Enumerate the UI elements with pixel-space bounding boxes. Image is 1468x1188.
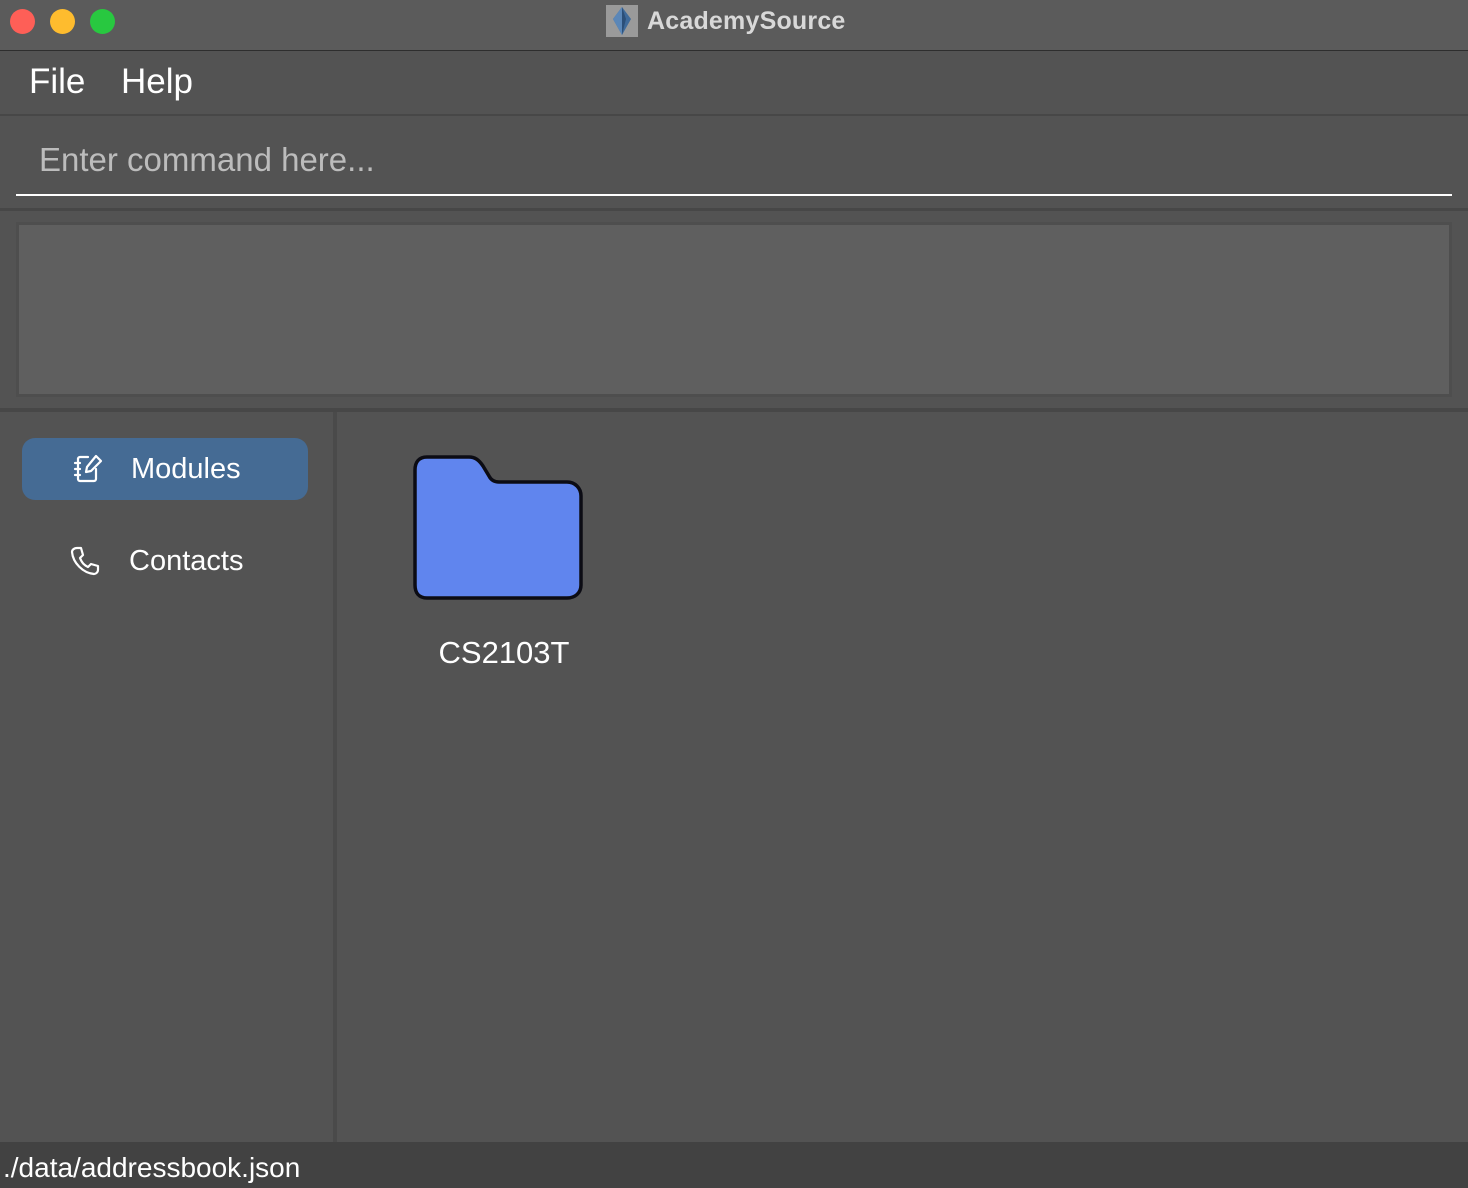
menu-file[interactable]: File <box>29 62 85 102</box>
data-file-path: ./data/addressbook.json <box>3 1152 301 1183</box>
menu-bar: File Help <box>0 51 1468 116</box>
folder-icon <box>413 455 583 600</box>
window-title-group: AcademySource <box>606 4 846 38</box>
app-window: AcademySource File Help Modules Contacts <box>0 0 1468 1188</box>
sidebar-item-label: Contacts <box>129 544 244 577</box>
command-input[interactable] <box>16 126 1452 196</box>
window-title: AcademySource <box>647 6 846 35</box>
maximize-window-button[interactable] <box>90 9 115 34</box>
module-list-panel: CS2103T <box>337 412 1468 1142</box>
command-box-area <box>0 116 1468 211</box>
notebook-edit-icon <box>73 454 103 483</box>
close-window-button[interactable] <box>10 9 35 34</box>
status-bar: ./data/addressbook.json <box>0 1142 1468 1188</box>
phone-icon <box>70 546 100 576</box>
title-bar: AcademySource <box>0 0 1468 51</box>
sidebar-item-contacts[interactable]: Contacts <box>22 530 308 592</box>
sidebar: Modules Contacts <box>0 412 337 1142</box>
result-display-area <box>0 211 1468 412</box>
minimize-window-button[interactable] <box>50 9 75 34</box>
academysource-logo-icon <box>606 5 638 37</box>
sidebar-item-modules[interactable]: Modules <box>22 438 308 500</box>
sidebar-item-label: Modules <box>131 452 241 485</box>
result-display <box>16 222 1452 397</box>
menu-help[interactable]: Help <box>121 62 193 102</box>
module-card[interactable]: CS2103T <box>407 450 601 680</box>
module-name: CS2103T <box>438 635 570 670</box>
